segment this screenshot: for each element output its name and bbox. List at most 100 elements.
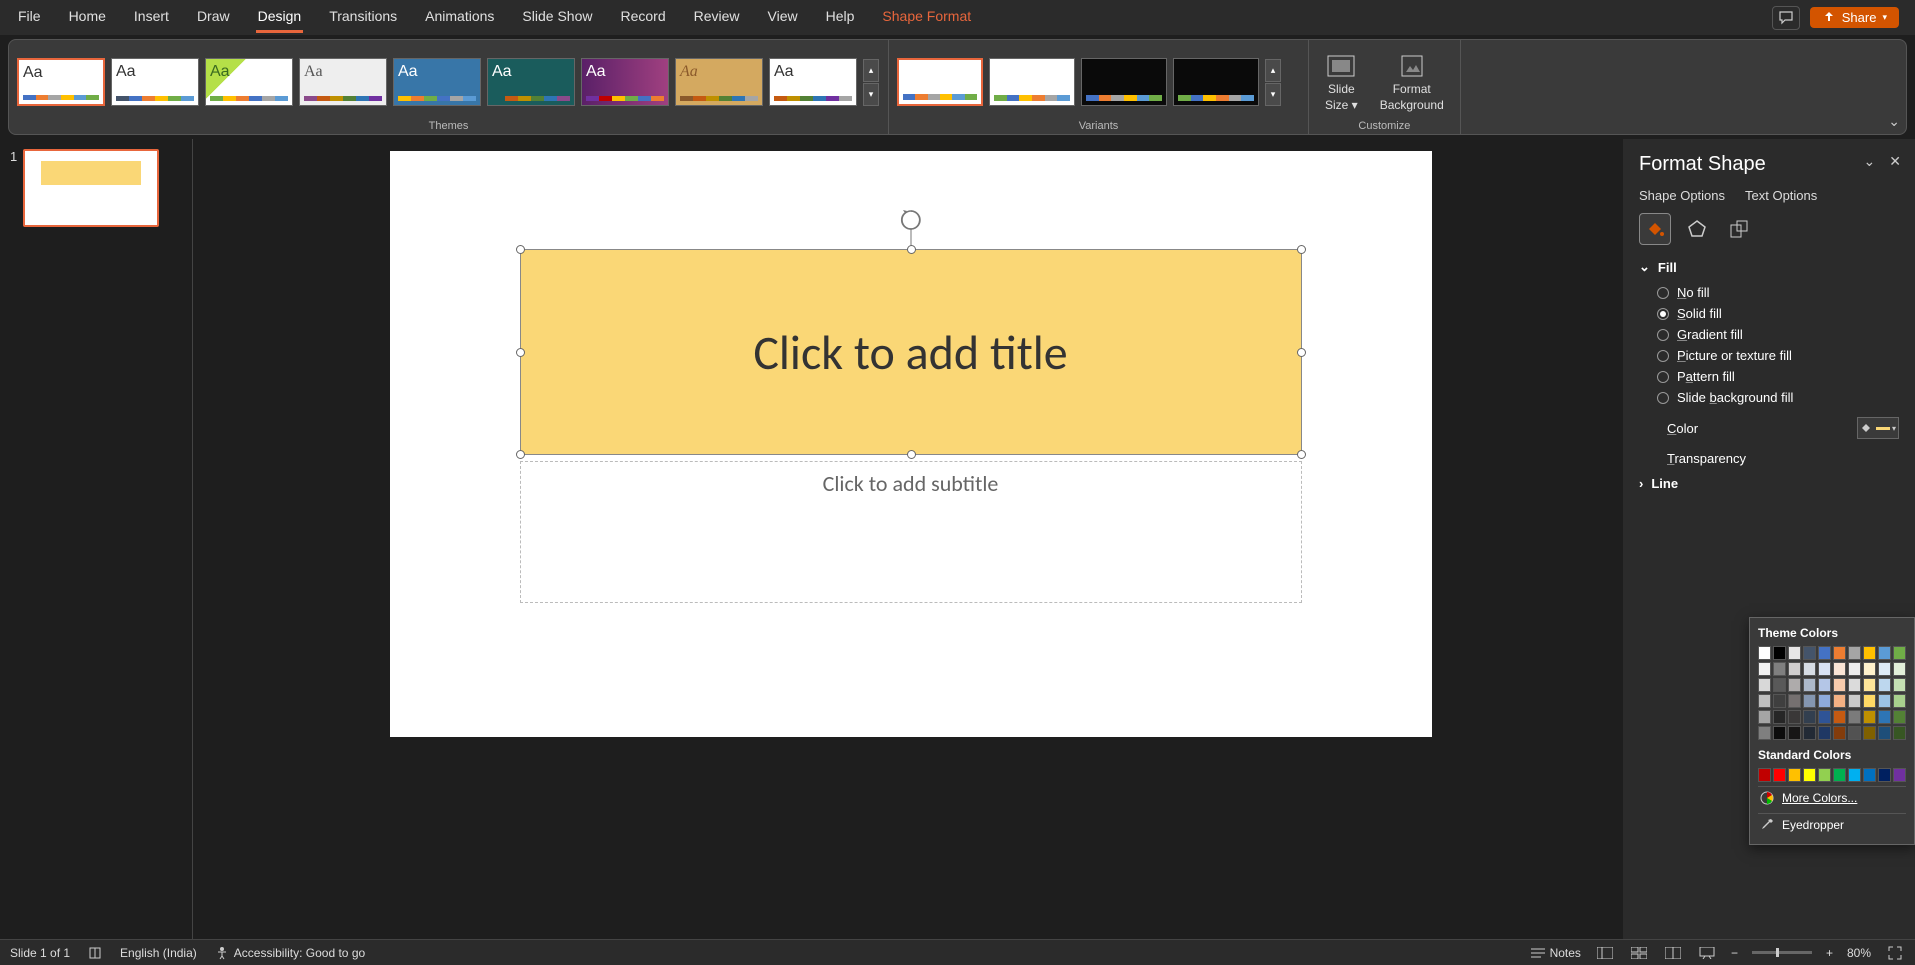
color-swatch[interactable] <box>1773 646 1786 660</box>
color-swatch[interactable] <box>1893 646 1906 660</box>
variant-thumb-2[interactable] <box>989 58 1075 106</box>
color-swatch[interactable] <box>1848 694 1861 708</box>
color-swatch[interactable] <box>1818 662 1831 676</box>
menu-transitions[interactable]: Transitions <box>327 2 399 33</box>
variant-thumb-4[interactable] <box>1173 58 1259 106</box>
fill-color-button[interactable]: ▾ <box>1857 417 1899 439</box>
color-swatch[interactable] <box>1788 678 1801 692</box>
fit-to-window-button[interactable] <box>1885 945 1905 961</box>
menu-record[interactable]: Record <box>618 2 667 33</box>
color-swatch[interactable] <box>1788 768 1801 782</box>
color-swatch[interactable] <box>1878 726 1891 740</box>
color-swatch[interactable] <box>1848 646 1861 660</box>
color-swatch[interactable] <box>1788 662 1801 676</box>
tab-shape-options[interactable]: Shape Options <box>1639 188 1725 203</box>
theme-thumb-6[interactable]: Aa <box>487 58 575 106</box>
title-placeholder-box[interactable]: Click to add title <box>520 249 1302 455</box>
slide-counter[interactable]: Slide 1 of 1 <box>10 946 70 960</box>
color-swatch[interactable] <box>1878 646 1891 660</box>
color-swatch[interactable] <box>1818 726 1831 740</box>
handle-lc[interactable] <box>516 348 525 357</box>
color-swatch[interactable] <box>1848 678 1861 692</box>
pane-options-icon[interactable]: ⌄ <box>1864 153 1876 170</box>
color-swatch[interactable] <box>1758 646 1771 660</box>
color-swatch[interactable] <box>1818 694 1831 708</box>
color-swatch[interactable] <box>1833 768 1846 782</box>
color-swatch[interactable] <box>1803 678 1816 692</box>
color-swatch[interactable] <box>1848 768 1861 782</box>
color-swatch[interactable] <box>1878 694 1891 708</box>
menu-file[interactable]: File <box>16 2 43 33</box>
handle-br[interactable] <box>1297 450 1306 459</box>
theme-thumb-9[interactable]: Aa <box>769 58 857 106</box>
pane-close-icon[interactable]: ✕ <box>1889 153 1901 170</box>
menu-review[interactable]: Review <box>692 2 742 33</box>
theme-thumb-7[interactable]: Aa <box>581 58 669 106</box>
color-swatch[interactable] <box>1863 662 1876 676</box>
color-swatch[interactable] <box>1773 726 1786 740</box>
color-swatch[interactable] <box>1773 662 1786 676</box>
radio-gradient-fill[interactable]: Gradient fill <box>1657 327 1899 342</box>
color-swatch[interactable] <box>1803 694 1816 708</box>
color-swatch[interactable] <box>1758 678 1771 692</box>
theme-thumb-3[interactable]: Aa <box>205 58 293 106</box>
handle-tc[interactable] <box>907 245 916 254</box>
sorter-view-button[interactable] <box>1629 945 1649 961</box>
radio-no-fill[interactable]: No fill <box>1657 285 1899 300</box>
color-swatch[interactable] <box>1848 710 1861 724</box>
comments-button[interactable] <box>1772 6 1800 30</box>
more-colors-item[interactable]: More Colors... <box>1758 786 1906 809</box>
color-swatch[interactable] <box>1863 694 1876 708</box>
reading-view-button[interactable] <box>1663 945 1683 961</box>
color-swatch[interactable] <box>1803 768 1816 782</box>
handle-bl[interactable] <box>516 450 525 459</box>
color-swatch[interactable] <box>1893 710 1906 724</box>
variant-scroll-down[interactable]: ▾ <box>1265 83 1281 106</box>
subtitle-placeholder-box[interactable]: Click to add subtitle <box>520 461 1302 603</box>
handle-tl[interactable] <box>516 245 525 254</box>
color-swatch[interactable] <box>1863 726 1876 740</box>
color-swatch[interactable] <box>1803 710 1816 724</box>
theme-thumb-8[interactable]: Aa <box>675 58 763 106</box>
color-swatch[interactable] <box>1833 678 1846 692</box>
slideshow-view-button[interactable] <box>1697 945 1717 961</box>
variant-thumb-3[interactable] <box>1081 58 1167 106</box>
color-swatch[interactable] <box>1833 726 1846 740</box>
handle-rc[interactable] <box>1297 348 1306 357</box>
color-swatch[interactable] <box>1863 710 1876 724</box>
spellcheck-button[interactable] <box>88 946 102 960</box>
color-swatch[interactable] <box>1818 768 1831 782</box>
color-swatch[interactable] <box>1848 726 1861 740</box>
color-swatch[interactable] <box>1758 662 1771 676</box>
color-swatch[interactable] <box>1893 726 1906 740</box>
slide-thumbnail-1[interactable] <box>23 149 159 227</box>
color-swatch[interactable] <box>1833 662 1846 676</box>
format-background-button[interactable]: Format Background <box>1372 52 1452 112</box>
color-swatch[interactable] <box>1758 726 1771 740</box>
menu-slideshow[interactable]: Slide Show <box>520 2 594 33</box>
menu-home[interactable]: Home <box>67 2 108 33</box>
handle-bc[interactable] <box>907 450 916 459</box>
eyedropper-item[interactable]: Eyedropper <box>1758 813 1906 836</box>
fill-line-tab[interactable] <box>1639 213 1671 245</box>
menu-design[interactable]: Design <box>256 2 304 33</box>
menu-help[interactable]: Help <box>824 2 857 33</box>
theme-scroll-up[interactable]: ▴ <box>863 59 879 82</box>
color-swatch[interactable] <box>1803 726 1816 740</box>
color-swatch[interactable] <box>1893 694 1906 708</box>
language-button[interactable]: English (India) <box>120 946 197 960</box>
variant-scroll-up[interactable]: ▴ <box>1265 59 1281 82</box>
menu-animations[interactable]: Animations <box>423 2 496 33</box>
color-swatch[interactable] <box>1818 710 1831 724</box>
slide-size-button[interactable]: Slide Size ▾ <box>1317 52 1366 112</box>
line-section-header[interactable]: ›Line <box>1639 476 1899 491</box>
color-swatch[interactable] <box>1788 694 1801 708</box>
rotate-handle[interactable] <box>900 209 922 249</box>
effects-tab[interactable] <box>1681 213 1713 245</box>
radio-pattern-fill[interactable]: Pattern fill <box>1657 369 1899 384</box>
color-swatch[interactable] <box>1863 646 1876 660</box>
radio-slide-bg-fill[interactable]: Slide background fill <box>1657 390 1899 405</box>
variant-thumb-1[interactable] <box>897 58 983 106</box>
color-swatch[interactable] <box>1788 710 1801 724</box>
color-swatch[interactable] <box>1878 710 1891 724</box>
